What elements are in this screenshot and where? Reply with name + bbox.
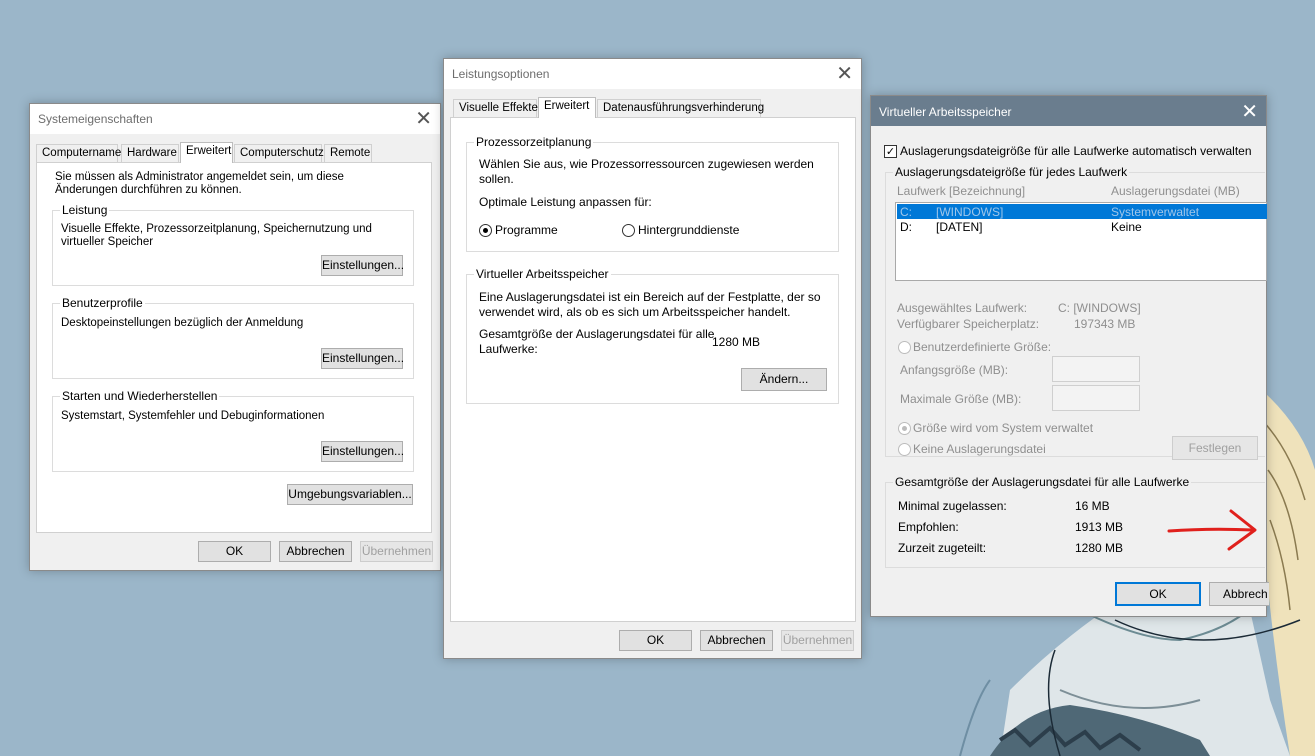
drive-pagefile: Systemverwaltet xyxy=(1111,205,1200,219)
cancel-button[interactable]: Abbrechen xyxy=(700,630,773,651)
title-bar[interactable]: Virtueller Arbeitsspeicher ✕ xyxy=(871,96,1266,126)
tab-visuelle-effekte[interactable]: Visuelle Effekte xyxy=(453,99,538,117)
custom-size-radio[interactable] xyxy=(898,341,911,354)
cpu-description: Wählen Sie aus, wie Prozessorressourcen … xyxy=(479,157,814,186)
cancel-button[interactable]: Abbrech xyxy=(1209,582,1269,606)
group-label: Leistung xyxy=(60,203,110,217)
ok-button[interactable]: OK xyxy=(1115,582,1201,606)
max-size-input[interactable] xyxy=(1052,385,1140,411)
group-label: Gesamtgröße der Auslagerungsdatei für al… xyxy=(893,475,1192,489)
tab-erweitert[interactable]: Erweitert xyxy=(180,142,233,163)
change-button[interactable]: Ändern... xyxy=(741,368,827,391)
tab-panel: Prozessorzeitplanung Wählen Sie aus, wie… xyxy=(450,117,856,622)
system-managed-label[interactable]: Größe wird vom System verwaltet xyxy=(913,421,1093,435)
title-bar[interactable]: Systemeigenschaften ✕ xyxy=(30,104,440,134)
max-size-label: Maximale Größe (MB): xyxy=(900,392,1022,406)
system-managed-radio[interactable] xyxy=(898,422,911,435)
ok-button[interactable]: OK xyxy=(198,541,271,562)
initial-size-label: Anfangsgröße (MB): xyxy=(900,363,1009,377)
group-label: Benutzerprofile xyxy=(60,296,145,310)
drive-letter: D: xyxy=(900,220,912,234)
current-value: 1280 MB xyxy=(1075,541,1124,555)
close-icon[interactable]: ✕ xyxy=(836,61,853,85)
cancel-button[interactable]: Abbrechen xyxy=(279,541,352,562)
window-title: Leistungsoptionen xyxy=(452,67,550,81)
min-label: Minimal zugelassen: xyxy=(898,499,1007,513)
auto-manage-label[interactable]: Auslagerungsdateigröße für alle Laufwerk… xyxy=(900,144,1252,158)
tab-panel: Sie müssen als Administrator angemeldet … xyxy=(36,162,432,533)
drive-letter: C: xyxy=(900,205,912,219)
group-text: Desktopeinstellungen bezüglich der Anmel… xyxy=(61,317,304,329)
environment-variables-button[interactable]: Umgebungsvariablen... xyxy=(287,484,413,505)
close-icon[interactable]: ✕ xyxy=(1241,99,1258,123)
tab-remote[interactable]: Remote xyxy=(324,144,372,162)
group-leistung: Leistung Visuelle Effekte, Prozessorzeit… xyxy=(52,203,414,286)
performance-settings-button[interactable]: Einstellungen... xyxy=(321,255,404,276)
group-text: Visuelle Effekte, Prozessorzeitplanung, … xyxy=(61,223,372,248)
group-per-drive: Auslagerungsdateigröße für jedes Laufwer… xyxy=(885,165,1267,460)
free-space-value: 197343 MB xyxy=(1074,317,1136,331)
tab-dep[interactable]: Datenausführungsverhinderung xyxy=(597,99,764,117)
apply-button[interactable]: Übernehmen xyxy=(781,630,854,651)
selected-drive-value: C: [WINDOWS] xyxy=(1058,301,1141,315)
optimize-label: Optimale Leistung anpassen für: xyxy=(479,195,652,209)
title-bar[interactable]: Leistungsoptionen ✕ xyxy=(444,59,861,89)
programs-radio[interactable] xyxy=(479,224,492,237)
current-label: Zurzeit zugeteilt: xyxy=(898,541,987,555)
tab-computername[interactable]: Computername xyxy=(36,144,121,162)
close-icon[interactable]: ✕ xyxy=(415,106,432,130)
services-radio[interactable] xyxy=(622,224,635,237)
group-label: Starten und Wiederherstellen xyxy=(60,389,220,403)
total-size-label: Gesamtgröße der Auslagerungsdatei für al… xyxy=(479,327,715,356)
admin-note: Sie müssen als Administrator angemeldet … xyxy=(55,171,344,196)
group-virtual-memory: Virtueller Arbeitsspeicher Eine Auslager… xyxy=(466,267,839,404)
drive-pagefile: Keine xyxy=(1111,220,1142,234)
red-arrow-annotation xyxy=(1167,509,1257,551)
drive-label: [WINDOWS] xyxy=(936,205,1004,219)
drive-list[interactable]: C: [WINDOWS] Systemverwaltet D: [DATEN] … xyxy=(895,202,1267,281)
initial-size-input[interactable] xyxy=(1052,356,1140,382)
group-starten: Starten und Wiederherstellen Systemstart… xyxy=(52,389,414,472)
apply-button[interactable]: Übernehmen xyxy=(360,541,433,562)
profile-settings-button[interactable]: Einstellungen... xyxy=(321,348,404,369)
group-label: Virtueller Arbeitsspeicher xyxy=(474,267,611,281)
col-pagefile-header: Auslagerungsdatei (MB) xyxy=(1111,184,1240,198)
ok-button[interactable]: OK xyxy=(619,630,692,651)
group-benutzerprofile: Benutzerprofile Desktopeinstellungen bez… xyxy=(52,296,414,379)
custom-size-label[interactable]: Benutzerdefinierte Größe: xyxy=(913,340,1051,354)
drive-label: [DATEN] xyxy=(936,220,983,234)
free-space-label: Verfügbarer Speicherplatz: xyxy=(897,317,1040,331)
selected-drive-label: Ausgewähltes Laufwerk: xyxy=(897,301,1028,315)
drive-row[interactable]: C: [WINDOWS] Systemverwaltet xyxy=(897,204,1267,219)
group-cpu: Prozessorzeitplanung Wählen Sie aus, wie… xyxy=(466,135,839,252)
no-pagefile-radio[interactable] xyxy=(898,443,911,456)
window-title: Virtueller Arbeitsspeicher xyxy=(879,105,1012,119)
tab-erweitert[interactable]: Erweitert xyxy=(538,97,596,118)
no-pagefile-label[interactable]: Keine Auslagerungsdatei xyxy=(913,442,1046,456)
recommended-value: 1913 MB xyxy=(1075,520,1124,534)
group-label: Auslagerungsdateigröße für jedes Laufwer… xyxy=(893,165,1130,179)
system-properties-window: Systemeigenschaften ✕ Computername Hardw… xyxy=(29,103,441,571)
total-size-value: 1280 MB xyxy=(712,335,761,349)
recommended-label: Empfohlen: xyxy=(898,520,959,534)
col-drive-header: Laufwerk [Bezeichnung] xyxy=(897,184,1026,198)
window-title: Systemeigenschaften xyxy=(38,112,153,126)
drive-row[interactable]: D: [DATEN] Keine xyxy=(897,219,1267,234)
auto-manage-checkbox[interactable]: ✓ xyxy=(884,145,897,158)
group-text: Systemstart, Systemfehler und Debuginfor… xyxy=(61,410,325,422)
startup-settings-button[interactable]: Einstellungen... xyxy=(321,441,404,462)
tab-computerschutz[interactable]: Computerschutz xyxy=(234,144,324,162)
services-label[interactable]: Hintergrunddienste xyxy=(638,223,739,237)
vm-description: Eine Auslagerungsdatei ist ein Bereich a… xyxy=(479,290,821,319)
performance-options-window: Leistungsoptionen ✕ Visuelle Effekte Erw… xyxy=(443,58,862,659)
tab-hardware[interactable]: Hardware xyxy=(121,144,179,162)
group-label: Prozessorzeitplanung xyxy=(474,135,594,149)
programs-label[interactable]: Programme xyxy=(495,223,558,237)
set-button[interactable]: Festlegen xyxy=(1172,436,1258,460)
min-value: 16 MB xyxy=(1075,499,1110,513)
